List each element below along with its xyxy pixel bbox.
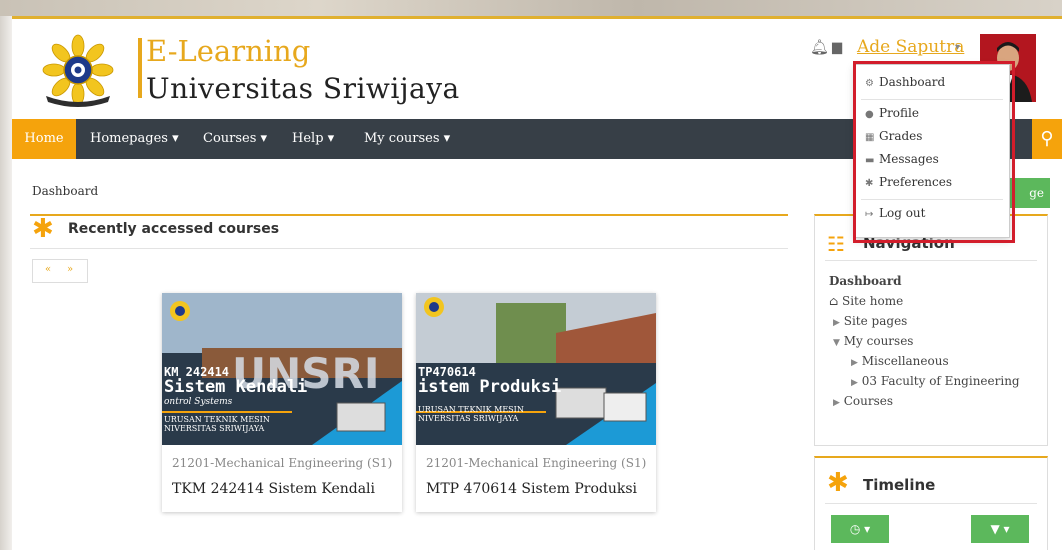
course-image-university: NIVERSITAS SRIWIJAYA bbox=[418, 414, 519, 423]
window-top-edge bbox=[0, 0, 1062, 16]
brand-title: E-Learning bbox=[146, 34, 311, 68]
course-name-link[interactable]: MTP 470614 Sistem Produksi bbox=[426, 481, 637, 497]
course-image-title: istem Produksi bbox=[418, 377, 562, 397]
triangle-right-icon: ▶ bbox=[851, 358, 858, 368]
nav-dashboard[interactable]: Dashboard bbox=[829, 274, 902, 288]
user-menu-toggle[interactable]: Ade Saputra bbox=[857, 37, 964, 57]
nav-site-home[interactable]: ⌂ Site home bbox=[829, 294, 903, 308]
messages-icon[interactable]: ▆ bbox=[832, 40, 842, 55]
search-icon[interactable]: ⚲ bbox=[1032, 119, 1062, 159]
timeline-title: Timeline bbox=[863, 476, 936, 494]
star-icon: ✱ bbox=[827, 468, 849, 498]
breadcrumb[interactable]: Dashboard bbox=[32, 184, 98, 198]
course-image-subtitle: ontrol Systems bbox=[164, 397, 233, 407]
sitemap-icon: ☷ bbox=[827, 232, 845, 256]
brand-subtitle: Universitas Sriwijaya bbox=[146, 72, 460, 105]
nav-misc-label: Miscellaneous bbox=[861, 354, 949, 368]
top-accent-line bbox=[12, 16, 1062, 19]
course-card[interactable]: TP470614 istem Produksi URUSAN TEKNIK ME… bbox=[416, 293, 656, 512]
divider bbox=[30, 248, 788, 249]
chevron-down-icon[interactable]: ▾ bbox=[955, 42, 960, 53]
nav-faculty-label: 03 Faculty of Engineering bbox=[861, 374, 1020, 388]
university-logo[interactable] bbox=[38, 34, 118, 114]
nav-site-home-label: Site home bbox=[842, 294, 904, 308]
window-left-edge bbox=[0, 16, 12, 550]
divider bbox=[825, 260, 1037, 261]
course-image-dept: URUSAN TEKNIK MESIN bbox=[164, 415, 270, 424]
recent-courses-title: Recently accessed courses bbox=[68, 221, 280, 237]
timeline-date-filter-button[interactable]: ◷ ▾ bbox=[831, 515, 889, 543]
nav-homepages[interactable]: Homepages ▾ bbox=[90, 119, 179, 159]
nav-site-pages[interactable]: ▶ Site pages bbox=[833, 314, 907, 328]
star-icon: ✱ bbox=[32, 214, 54, 244]
home-icon: ⌂ bbox=[829, 294, 839, 308]
timeline-block: ✱ Timeline ◷ ▾ ▼ ▾ bbox=[814, 456, 1048, 550]
notification-bell-icon[interactable]: 🔔︎ bbox=[810, 38, 829, 56]
pager-prev-button[interactable]: « bbox=[45, 264, 51, 275]
nav-my-courses[interactable]: My courses ▾ bbox=[364, 119, 450, 159]
course-card[interactable]: UNSRI KM 242414 Sistem Kendali ontrol Sy… bbox=[162, 293, 402, 512]
nav-courses[interactable]: ▶ Courses bbox=[833, 394, 893, 408]
pager: « » bbox=[32, 259, 88, 283]
course-image-dept: URUSAN TEKNIK MESIN bbox=[418, 405, 524, 414]
divider bbox=[825, 503, 1037, 504]
timeline-sort-button[interactable]: ▼ ▾ bbox=[971, 515, 1029, 543]
navigation-block: ☷ Navigation Dashboard ⌂ Site home ▶ Sit… bbox=[814, 214, 1048, 446]
triangle-right-icon: ▶ bbox=[851, 378, 858, 388]
nav-courses[interactable]: Courses ▾ bbox=[203, 119, 267, 159]
triangle-right-icon: ▶ bbox=[833, 318, 840, 328]
nav-faculty[interactable]: ▶ 03 Faculty of Engineering bbox=[851, 374, 1020, 388]
course-name-link[interactable]: TKM 242414 Sistem Kendali bbox=[172, 481, 375, 497]
nav-courses-label: Courses bbox=[843, 394, 894, 408]
pager-next-button[interactable]: » bbox=[67, 264, 73, 275]
course-image-title: Sistem Kendali bbox=[164, 377, 308, 397]
triangle-right-icon: ▶ bbox=[833, 398, 840, 408]
block-accent-line bbox=[30, 214, 788, 216]
course-category: 21201-Mechanical Engineering (S1) bbox=[426, 456, 647, 470]
nav-site-pages-label: Site pages bbox=[843, 314, 908, 328]
highlight-box bbox=[853, 61, 1015, 243]
nav-misc[interactable]: ▶ Miscellaneous bbox=[851, 354, 949, 368]
brand-divider bbox=[138, 38, 142, 98]
triangle-down-icon: ▼ bbox=[833, 338, 840, 348]
nav-home[interactable]: Home bbox=[12, 119, 76, 159]
course-category: 21201-Mechanical Engineering (S1) bbox=[172, 456, 393, 470]
nav-my-courses-label: My courses bbox=[843, 334, 914, 348]
course-image-university: NIVERSITAS SRIWIJAYA bbox=[164, 424, 265, 433]
nav-help[interactable]: Help ▾ bbox=[292, 119, 334, 159]
nav-my-courses[interactable]: ▼ My courses bbox=[833, 334, 913, 348]
page: E-Learning Universitas Sriwijaya 🔔︎ ▆ Ad… bbox=[12, 16, 1062, 550]
